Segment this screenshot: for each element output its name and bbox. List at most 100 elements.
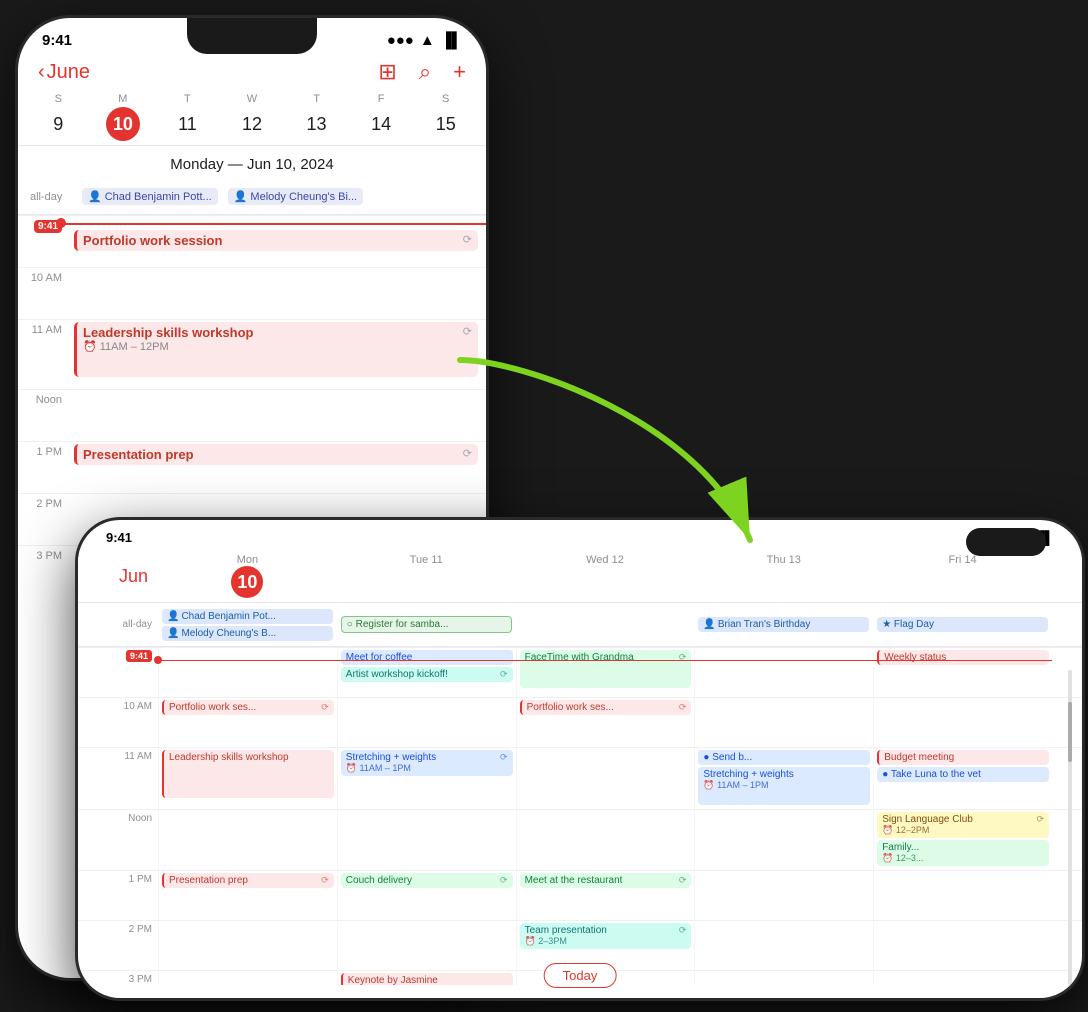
day-col-sat[interactable]: S 15 — [413, 93, 478, 141]
tg-fri-2pm — [873, 921, 1052, 970]
wh-fri[interactable]: Fri 14 — [873, 550, 1052, 602]
sync-icon: ⟳ — [463, 233, 472, 246]
tg-fri-noon: ⟳ Sign Language Club ⏰ 12–2PM Family... … — [873, 810, 1052, 870]
allday-chad[interactable]: 👤 Chad Benjamin Pot... — [162, 609, 333, 624]
allday-flagday[interactable]: ★ Flag Day — [877, 617, 1048, 632]
tg-row-1pm: 1 PM ⟳ Presentation prep ⟳ Couch deliver… — [78, 870, 1082, 920]
landscape-phone: 9:41 ●●● ▲ ▐▌ Jun Mon 10 Tue 11 Wed 12 T… — [78, 520, 1082, 998]
tg-tue-10am — [337, 698, 516, 747]
today-button[interactable]: Today — [544, 963, 617, 988]
allday-mon: 👤 Chad Benjamin Pot... 👤 Melody Cheung's… — [158, 607, 337, 643]
month-label: June — [47, 61, 90, 84]
allday-melody[interactable]: 👤 Melody Cheung's B... — [162, 626, 333, 641]
portrait-time: 9:41 — [42, 32, 72, 49]
time-10am: 10 AM — [78, 698, 158, 747]
event-presentation-prep[interactable]: ⟳ Presentation prep — [74, 444, 478, 465]
event-send-b[interactable]: ● Send b... — [698, 750, 870, 765]
event-couch[interactable]: ⟳ Couch delivery — [341, 873, 513, 888]
event-stretch-thu[interactable]: Stretching + weights ⏰ 11AM – 1PM — [698, 767, 870, 805]
tg-tue-3pm: Keynote by Jasmine — [337, 971, 516, 985]
tg-mon-9am — [158, 648, 337, 697]
allday-brian[interactable]: 👤 Brian Tran's Birthday — [698, 617, 869, 632]
day-col-fri[interactable]: F 14 — [349, 93, 414, 141]
tg-fri-9am: Weekly status — [873, 648, 1052, 697]
search-icon[interactable]: ⌕ — [419, 59, 431, 85]
back-button[interactable]: ‹ June — [38, 61, 90, 84]
day-col-tue[interactable]: T 11 — [155, 93, 220, 141]
sync-icon-3: ⟳ — [463, 447, 472, 460]
allday-tue: ○ Register for samba... — [337, 614, 516, 635]
wh-tue[interactable]: Tue 11 — [337, 550, 516, 602]
time-noon: Noon — [78, 810, 158, 870]
event-luna[interactable]: ● Take Luna to the vet — [877, 767, 1049, 782]
tg-mon-1pm: ⟳ Presentation prep — [158, 871, 337, 920]
person-icon-l: 👤 — [167, 611, 179, 622]
tg-wed-1pm: ⟳ Meet at the restaurant — [516, 871, 695, 920]
allday-samba[interactable]: ○ Register for samba... — [341, 616, 512, 633]
time-row-1pm: 1 PM ⟳ Presentation prep — [18, 441, 486, 493]
tg-fri-1pm — [873, 871, 1052, 920]
event-leadership-l[interactable]: Leadership skills workshop — [162, 750, 334, 798]
landscape-allday-row: all-day 👤 Chad Benjamin Pot... 👤 Melody … — [78, 603, 1082, 647]
portrait-status-icons: ●●● ▲ ▐▌ — [387, 32, 462, 49]
day-col-wed[interactable]: W 12 — [220, 93, 285, 141]
scroll-thumb — [1068, 702, 1072, 762]
landscape-time-grid[interactable]: 9:41 Meet for coffee ⟳ Artist workshop k… — [78, 647, 1082, 985]
wh-wed[interactable]: Wed 12 — [516, 550, 695, 602]
tg-thu-10am — [694, 698, 873, 747]
wh-extra — [1052, 550, 1082, 602]
tg-thu-2pm — [694, 921, 873, 970]
portrait-day-header: Monday — Jun 10, 2024 — [18, 145, 486, 179]
event-leadership[interactable]: ⟳ Leadership skills workshop ⏰ 11AM – 12… — [74, 322, 478, 377]
day-col-mon[interactable]: M 10 — [91, 93, 156, 141]
tg-fri-10am — [873, 698, 1052, 747]
wh-mon[interactable]: Mon 10 — [158, 550, 337, 602]
tg-thu-11am: ● Send b... Stretching + weights ⏰ 11AM … — [694, 748, 873, 809]
wh-thu[interactable]: Thu 13 — [694, 550, 873, 602]
tg-mon-3pm — [158, 971, 337, 985]
event-meet-coffee[interactable]: Meet for coffee — [341, 650, 513, 665]
portrait-cal-header: ‹ June ⊞ ⌕ + — [18, 53, 486, 93]
event-portfolio-wed[interactable]: ⟳ Portfolio work ses... — [520, 700, 692, 715]
add-icon[interactable]: + — [453, 59, 466, 85]
portrait-allday-row: all-day 👤 Chad Benjamin Pott... 👤 Melody… — [18, 179, 486, 215]
allday-label: all-day — [30, 191, 76, 203]
tg-thu-1pm — [694, 871, 873, 920]
tg-mon-noon — [158, 810, 337, 870]
tg-mon-10am: ⟳ Portfolio work ses... — [158, 698, 337, 747]
time-3pm: 3 PM — [78, 971, 158, 985]
tg-mon-11am: Leadership skills workshop — [158, 748, 337, 809]
wifi-icon: ▲ — [420, 32, 435, 49]
event-portfolio-mon[interactable]: ⟳ Portfolio work ses... — [162, 700, 334, 715]
tg-thu-3pm — [694, 971, 873, 985]
event-keynote[interactable]: Keynote by Jasmine — [341, 973, 513, 985]
time-2pm: 2 PM — [78, 921, 158, 970]
event-budget[interactable]: Budget meeting — [877, 750, 1049, 765]
allday-event-chad[interactable]: 👤 Chad Benjamin Pott... — [82, 188, 218, 205]
event-facetime[interactable]: ⟳ FaceTime with Grandma — [520, 650, 692, 688]
person-icon: 👤 — [88, 190, 102, 203]
tg-tue-9am: Meet for coffee ⟳ Artist workshop kickof… — [337, 648, 516, 697]
event-restaurant[interactable]: ⟳ Meet at the restaurant — [520, 873, 692, 888]
event-artist-workshop[interactable]: ⟳ Artist workshop kickoff! — [341, 667, 513, 682]
event-portfolio[interactable]: ⟳ Portfolio work session — [74, 230, 478, 251]
person-icon-l3: 👤 — [703, 619, 715, 630]
day-col-thu[interactable]: T 13 — [284, 93, 349, 141]
event-pres-prep-l[interactable]: ⟳ Presentation prep — [162, 873, 334, 888]
allday-wed — [516, 623, 695, 627]
allday-event-melody[interactable]: 👤 Melody Cheung's Bi... — [228, 188, 363, 205]
event-weekly-status[interactable]: Weekly status — [877, 650, 1049, 665]
event-stretch-tue[interactable]: ⟳ Stretching + weights ⏰ 11AM – 1PM — [341, 750, 513, 776]
tg-wed-11am — [516, 748, 695, 809]
tg-row-9am: 9:41 Meet for coffee ⟳ Artist workshop k… — [78, 647, 1082, 697]
event-sign-language[interactable]: ⟳ Sign Language Club ⏰ 12–2PM — [877, 812, 1049, 838]
jun-cell[interactable]: Jun — [78, 550, 158, 602]
time-row-11am: 10 AM — [18, 267, 486, 319]
event-team-pres[interactable]: ⟳ Team presentation ⏰ 2–3PM — [520, 923, 692, 949]
tg-fri-11am: Budget meeting ● Take Luna to the vet — [873, 748, 1052, 809]
notch — [187, 18, 317, 54]
grid-icon[interactable]: ⊞ — [378, 59, 396, 85]
event-family[interactable]: Family... ⏰ 12–3... — [877, 840, 1049, 866]
day-col-sun[interactable]: S 9 — [26, 93, 91, 141]
time-11am: 11 AM — [78, 748, 158, 809]
